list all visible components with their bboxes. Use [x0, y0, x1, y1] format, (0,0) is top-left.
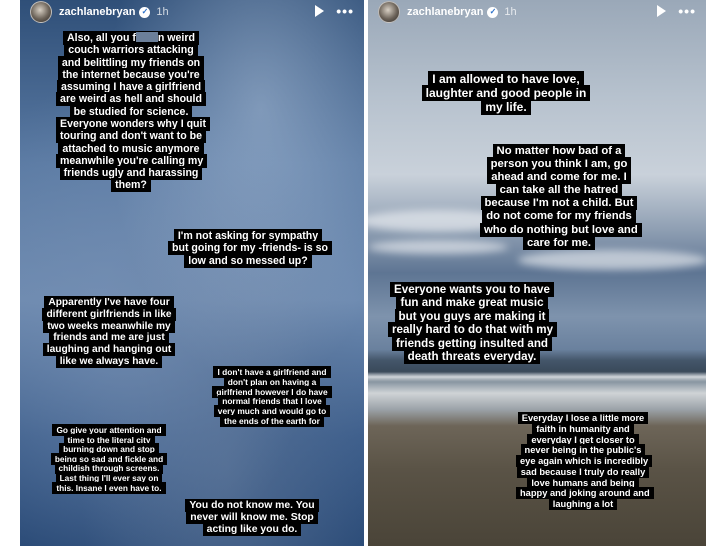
- caption-4: Everyday I lose a little more faith in h…: [516, 412, 654, 511]
- avatar[interactable]: [378, 1, 400, 23]
- caption-3: Apparently I've have four different girl…: [42, 296, 176, 369]
- caption-1-rest: n weird couch warriors attacking and bel…: [60, 32, 206, 192]
- cloud: [518, 250, 706, 270]
- caption-1-text: I am allowed to have love, laughter and …: [421, 71, 591, 115]
- more-options-icon[interactable]: •••: [336, 4, 354, 18]
- caption-6: You do not know me. You never will know …: [182, 499, 322, 537]
- more-options-icon[interactable]: •••: [678, 4, 696, 18]
- avatar[interactable]: [30, 1, 52, 23]
- caption-5-text: Go give your attention and time to the l…: [50, 424, 168, 494]
- caption-3: Everyone wants you to have fun and make …: [388, 282, 558, 365]
- caption-2: No matter how bad of a person you think …: [480, 144, 642, 250]
- caption-4: I don't have a girlfriend and don't plan…: [212, 366, 332, 427]
- caption-4-text: Everyday I lose a little more faith in h…: [516, 412, 654, 511]
- sea-foam: [368, 372, 706, 382]
- post-time: 1h: [156, 6, 169, 18]
- censor-bar: [135, 32, 158, 42]
- post-time: 1h: [504, 6, 517, 18]
- caption-1: I am allowed to have love, laughter and …: [416, 71, 596, 115]
- caption-1: Also, all you fn weird couch warriors at…: [56, 31, 210, 193]
- verified-badge-icon: ✓: [487, 6, 499, 18]
- story-header: zachlanebryan ✓ 1h •••: [368, 0, 706, 24]
- caption-2-text: No matter how bad of a person you think …: [480, 144, 642, 250]
- username[interactable]: zachlanebryan: [59, 6, 135, 18]
- caption-5: Go give your attention and time to the l…: [50, 424, 168, 494]
- username[interactable]: zachlanebryan: [407, 6, 483, 18]
- caption-4-text: I don't have a girlfriend and don't plan…: [212, 366, 332, 427]
- verified-badge-icon: ✓: [139, 6, 151, 18]
- caption-2-text: I'm not asking for sympathy but going fo…: [168, 229, 332, 268]
- story-right[interactable]: zachlanebryan ✓ 1h ••• I am allowed to h…: [368, 0, 706, 546]
- story-header: zachlanebryan ✓ 1h •••: [20, 0, 364, 24]
- caption-3-text: Apparently I've have four different girl…: [42, 296, 176, 369]
- story-left[interactable]: zachlanebryan ✓ 1h ••• Also, all you fn …: [20, 0, 364, 546]
- play-icon[interactable]: [315, 5, 325, 17]
- caption-6-text: You do not know me. You never will know …: [185, 499, 319, 537]
- caption-2: I'm not asking for sympathy but going fo…: [168, 229, 332, 268]
- caption-1-start: Also, all you f: [67, 32, 136, 44]
- caption-3-text: Everyone wants you to have fun and make …: [388, 282, 558, 365]
- play-icon[interactable]: [657, 5, 667, 17]
